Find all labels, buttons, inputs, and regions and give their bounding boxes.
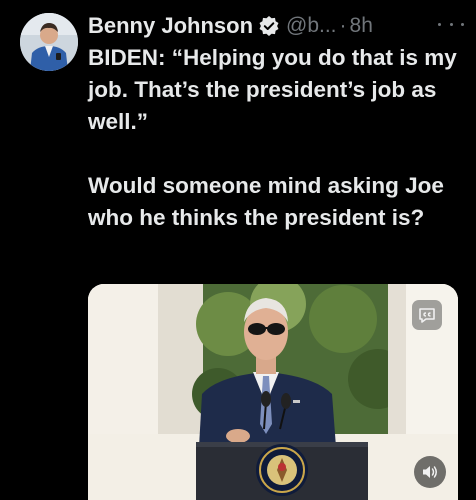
video-player[interactable]: [88, 284, 458, 500]
author-handle[interactable]: @b...: [286, 14, 337, 38]
tweet-timestamp[interactable]: 8h: [350, 14, 373, 38]
tweet-header: Benny Johnson @b... · 8h: [88, 12, 373, 40]
tweet-text: BIDEN: “Helping you do that is my job. T…: [88, 45, 457, 230]
video-frame: [88, 284, 458, 500]
author-name[interactable]: Benny Johnson: [88, 13, 253, 39]
closed-captions-icon[interactable]: [412, 300, 442, 330]
avatar[interactable]: [20, 13, 78, 71]
more-options-icon[interactable]: [438, 14, 464, 34]
tweet[interactable]: Benny Johnson @b... · 8h BIDEN: “Helping…: [0, 0, 476, 500]
verified-badge-icon: [258, 15, 280, 37]
header-separator: ·: [339, 14, 347, 37]
speaker-icon[interactable]: [414, 456, 446, 488]
